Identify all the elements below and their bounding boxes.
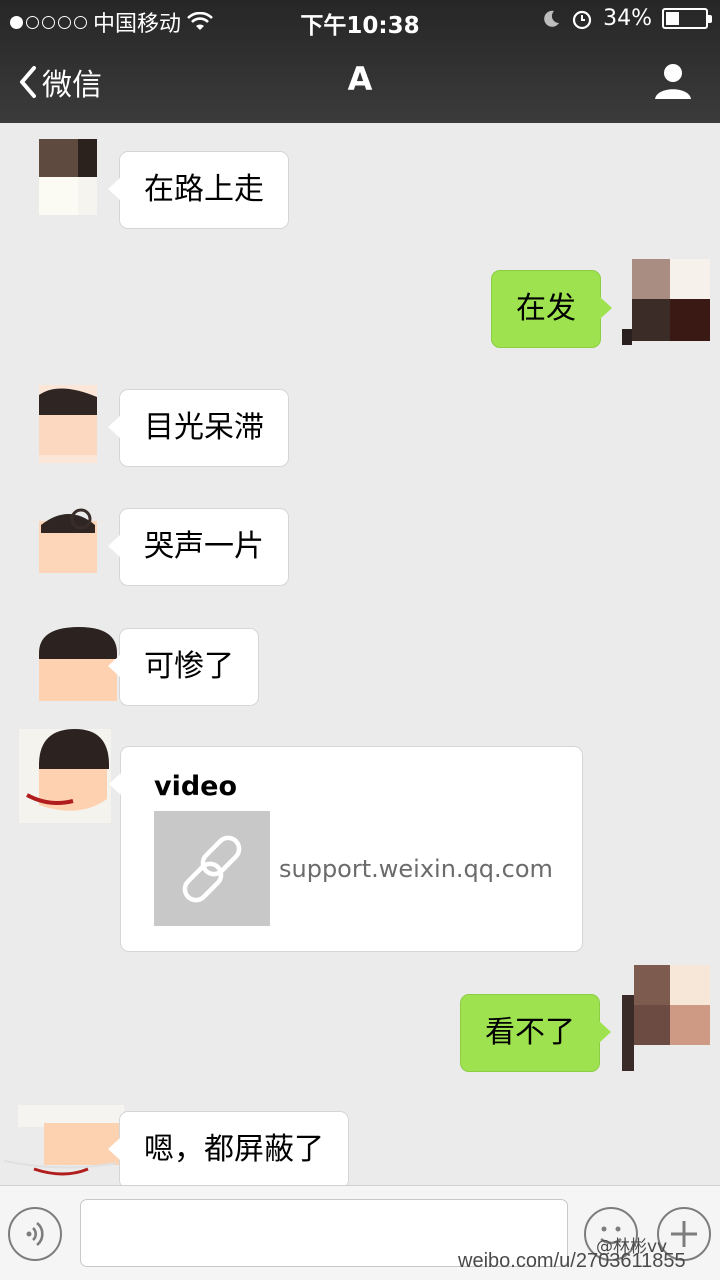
link-thumbnail — [154, 811, 270, 926]
moon-icon — [544, 10, 560, 27]
link-icon — [182, 835, 242, 903]
message-text: 在路上走 — [144, 172, 264, 207]
status-bar: 中国移动 下午10:38 34% — [0, 0, 720, 40]
message-bubble[interactable]: 在路上走 — [108, 151, 289, 229]
watermark-url: weibo.com/u/2703611855 — [458, 1250, 686, 1272]
battery-percent: 34% — [603, 6, 652, 31]
sender-avatar[interactable] — [19, 729, 111, 823]
voice-icon — [26, 1221, 44, 1247]
chat-message-list[interactable]: 在路上走 在发 目光呆滞 哭声一片 可惨了 video support.weix… — [0, 123, 720, 1185]
voice-input-button[interactable] — [8, 1207, 62, 1261]
message-text: 看不了 — [485, 1015, 575, 1050]
my-avatar[interactable] — [622, 965, 710, 1071]
contact-info-icon[interactable] — [654, 62, 692, 100]
alarm-icon — [572, 10, 592, 29]
message-bubble[interactable]: 嗯，都屏蔽了 — [108, 1111, 349, 1185]
link-card-message[interactable]: video support.weixin.qq.com — [109, 746, 583, 952]
sender-avatar[interactable] — [19, 623, 119, 701]
link-card-url: support.weixin.qq.com — [279, 855, 553, 883]
message-bubble[interactable]: 在发 — [491, 270, 612, 348]
battery-icon — [662, 8, 712, 29]
sender-avatar[interactable] — [19, 505, 97, 583]
message-bubble[interactable]: 看不了 — [460, 994, 611, 1072]
message-text: 可惨了 — [144, 649, 234, 684]
sender-avatar[interactable] — [19, 137, 97, 215]
sender-avatar[interactable] — [4, 1103, 124, 1185]
top-bar: 中国移动 下午10:38 34% 微信 A — [0, 0, 720, 123]
message-bubble[interactable]: 目光呆滞 — [108, 389, 289, 467]
navigation-bar: 微信 A — [0, 40, 720, 123]
my-avatar[interactable] — [622, 255, 710, 345]
sender-avatar[interactable] — [19, 385, 97, 463]
message-text: 目光呆滞 — [144, 410, 264, 445]
message-bubble[interactable]: 哭声一片 — [108, 508, 289, 586]
message-text: 在发 — [516, 291, 576, 326]
message-bubble[interactable]: 可惨了 — [108, 628, 259, 706]
link-card-title: video — [154, 771, 238, 802]
chat-title: A — [347, 60, 373, 98]
message-text: 嗯，都屏蔽了 — [144, 1132, 324, 1167]
message-text: 哭声一片 — [144, 529, 264, 564]
